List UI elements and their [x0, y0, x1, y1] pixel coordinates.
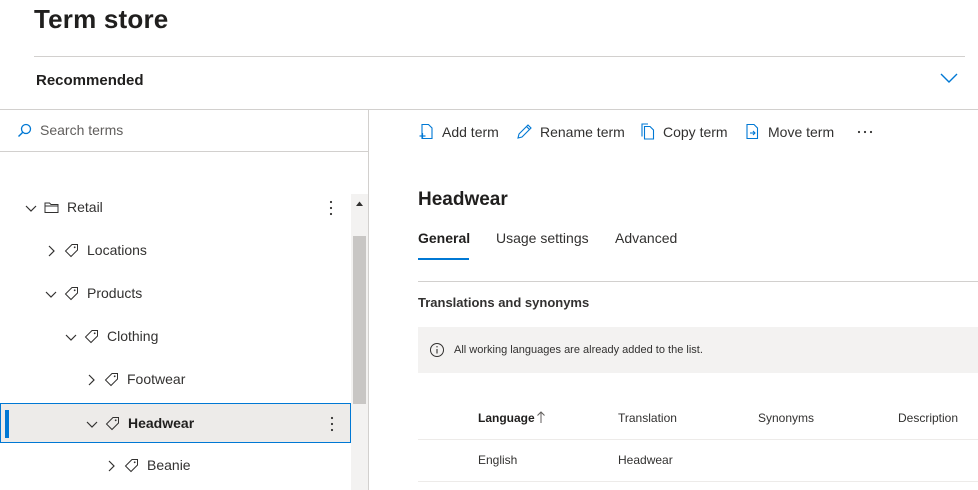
column-header-description[interactable]: Description — [898, 411, 958, 425]
tree-item-retail[interactable]: Retail — [0, 188, 351, 228]
search-icon — [18, 123, 32, 137]
more-options-icon[interactable] — [855, 122, 875, 142]
chevron-down-icon[interactable] — [938, 70, 960, 86]
tree-item-locations[interactable]: Locations — [0, 231, 351, 271]
search-input[interactable]: Search terms — [40, 122, 123, 138]
scroll-thumb[interactable] — [353, 236, 366, 404]
tag-icon — [124, 459, 138, 473]
tag-icon — [84, 330, 98, 344]
section-title: Translations and synonyms — [418, 295, 590, 310]
add-term-icon — [419, 123, 433, 140]
sort-ascending-icon — [537, 411, 545, 423]
term-title: Headwear — [418, 189, 508, 210]
rename-term-label: Rename term — [540, 124, 625, 140]
tag-icon — [104, 373, 118, 387]
copy-term-label: Copy term — [663, 124, 728, 140]
tree-item-label: Clothing — [107, 328, 159, 344]
tree-item-label: Retail — [67, 199, 103, 215]
copy-icon — [641, 123, 655, 140]
more-actions-icon[interactable] — [323, 198, 339, 218]
tag-icon — [105, 417, 119, 431]
tree-item-label: Products — [87, 285, 143, 301]
tree-item-label: Beanie — [147, 457, 191, 473]
info-message-bar: All working languages are already added … — [418, 327, 978, 373]
column-header-synonyms[interactable]: Synonyms — [758, 411, 814, 425]
tab-advanced[interactable]: Advanced — [615, 230, 677, 246]
chevron-down-icon[interactable] — [64, 330, 78, 344]
term-tree-pane: Search terms Retail Locations Products Clot… — [0, 110, 369, 490]
tree-item-label: Headwear — [128, 415, 195, 431]
rename-icon — [517, 124, 532, 139]
tree-item-label: Footwear — [127, 371, 186, 387]
selection-indicator — [5, 410, 9, 438]
add-term-label: Add term — [442, 124, 499, 140]
chevron-right-icon[interactable] — [44, 244, 58, 258]
chevron-down-icon[interactable] — [24, 201, 38, 215]
cell-translation: Headwear — [618, 453, 673, 467]
tree-item-footwear[interactable]: Footwear — [0, 360, 351, 400]
folder-icon — [44, 202, 59, 213]
tag-icon — [64, 287, 78, 301]
table-row[interactable]: English Headwear — [418, 440, 978, 482]
chevron-down-icon[interactable] — [44, 287, 58, 301]
recommended-header[interactable]: Recommended — [36, 72, 144, 89]
chevron-right-icon[interactable] — [84, 373, 98, 387]
more-actions-icon[interactable] — [324, 414, 340, 434]
column-header-translation[interactable]: Translation — [618, 411, 677, 425]
move-icon — [746, 123, 759, 140]
chevron-down-icon[interactable] — [85, 417, 99, 431]
page-title: Term store — [34, 4, 169, 34]
divider — [418, 281, 978, 282]
search-box[interactable]: Search terms — [0, 110, 368, 152]
tree-item-label: Locations — [87, 242, 147, 258]
tab-usage-settings[interactable]: Usage settings — [496, 230, 589, 246]
scroll-up-icon[interactable] — [351, 194, 368, 214]
column-header-language[interactable]: Language — [478, 411, 535, 425]
tag-icon — [64, 244, 78, 258]
active-tab-indicator — [418, 258, 469, 260]
tab-general[interactable]: General — [418, 230, 470, 246]
divider — [34, 56, 965, 57]
info-message: All working languages are already added … — [454, 344, 703, 356]
chevron-right-icon[interactable] — [104, 459, 118, 473]
info-icon — [430, 343, 444, 357]
move-term-label: Move term — [768, 124, 835, 140]
cell-language: English — [478, 453, 518, 467]
tree-item-headwear[interactable]: Headwear — [0, 403, 351, 443]
tree-scrollbar[interactable] — [351, 194, 368, 490]
tree-item-products[interactable]: Products — [0, 274, 351, 314]
translations-grid-header: Language Translation Synonyms Descriptio… — [418, 400, 978, 440]
tree-item-clothing[interactable]: Clothing — [0, 317, 351, 357]
tree-item-beanie[interactable]: Beanie — [0, 446, 351, 486]
